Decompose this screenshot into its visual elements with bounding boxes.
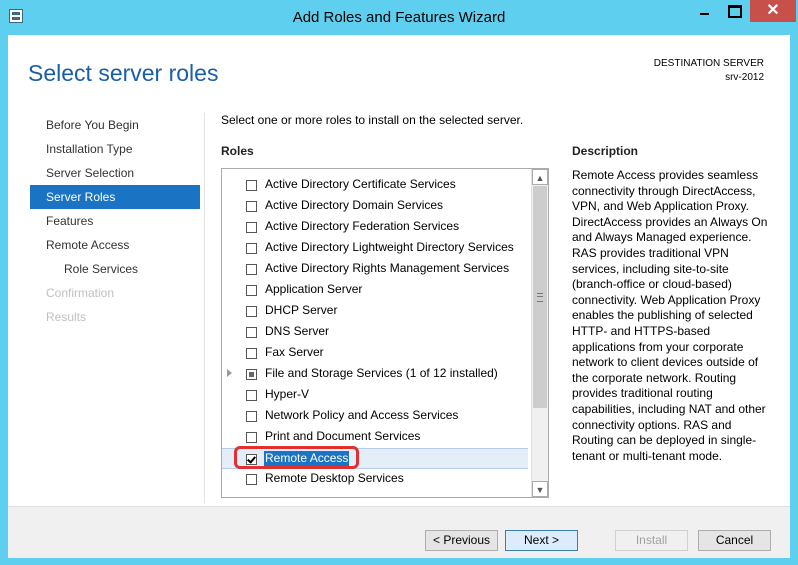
- list-item[interactable]: Active Directory Domain Services: [222, 196, 528, 217]
- roles-scrollbar[interactable]: ▲ ▼: [531, 169, 548, 497]
- expand-arrow-icon[interactable]: [227, 369, 232, 377]
- roles-heading: Roles: [221, 144, 254, 158]
- role-label: Remote Access: [264, 451, 350, 466]
- nav-item-features[interactable]: Features: [30, 209, 200, 233]
- role-label: Hyper-V: [265, 387, 310, 401]
- role-checkbox[interactable]: [246, 180, 257, 191]
- wizard-nav: Before You Begin Installation Type Serve…: [30, 113, 200, 329]
- wizard-window: Add Roles and Features Wizard ✕ Select s…: [0, 0, 798, 565]
- description-heading: Description: [572, 144, 639, 158]
- nav-item-role-services[interactable]: Role Services: [30, 257, 200, 281]
- list-item[interactable]: Network Policy and Access Services: [222, 406, 528, 427]
- grip-icon: [537, 293, 543, 302]
- minimize-button[interactable]: [691, 0, 718, 22]
- next-button[interactable]: Next >: [505, 530, 578, 551]
- wizard-content: Select server roles DESTINATION SERVER s…: [8, 35, 790, 558]
- cancel-button[interactable]: Cancel: [698, 530, 771, 551]
- role-label: Active Directory Lightweight Directory S…: [265, 240, 514, 254]
- list-item[interactable]: Hyper-V: [222, 385, 528, 406]
- nav-item-server-selection[interactable]: Server Selection: [30, 161, 200, 185]
- footer-bar: < Previous Next > Install Cancel: [8, 506, 790, 558]
- list-item[interactable]: Active Directory Lightweight Directory S…: [222, 238, 528, 259]
- list-item[interactable]: DHCP Server: [222, 301, 528, 322]
- role-label: Remote Desktop Services: [265, 471, 404, 485]
- role-label: Active Directory Certificate Services: [265, 177, 456, 191]
- role-label: DHCP Server: [265, 303, 338, 317]
- list-item-selected[interactable]: Remote Access: [222, 446, 528, 469]
- title-bar[interactable]: Add Roles and Features Wizard ✕: [0, 0, 798, 35]
- role-checkbox[interactable]: [246, 411, 257, 422]
- nav-divider: [204, 113, 205, 503]
- role-checkbox[interactable]: [246, 432, 257, 443]
- role-checkbox[interactable]: [246, 474, 257, 485]
- nav-item-remote-access[interactable]: Remote Access: [30, 233, 200, 257]
- role-checkbox[interactable]: [246, 348, 257, 359]
- list-item[interactable]: Active Directory Certificate Services: [222, 175, 528, 196]
- destination-server-name: srv-2012: [725, 72, 764, 83]
- role-checkbox[interactable]: [246, 285, 257, 296]
- list-item[interactable]: File and Storage Services (1 of 12 insta…: [222, 364, 528, 385]
- role-label: Active Directory Rights Management Servi…: [265, 261, 510, 275]
- role-checkbox[interactable]: [246, 369, 257, 380]
- destination-label: DESTINATION SERVER: [653, 58, 764, 69]
- role-label: Network Policy and Access Services: [265, 408, 459, 422]
- role-checkbox[interactable]: [246, 306, 257, 317]
- scroll-down-arrow-icon[interactable]: ▼: [532, 481, 548, 497]
- list-item[interactable]: Application Server: [222, 280, 528, 301]
- list-item[interactable]: Active Directory Federation Services: [222, 217, 528, 238]
- nav-item-installation-type[interactable]: Installation Type: [30, 137, 200, 161]
- nav-item-confirmation: Confirmation: [46, 286, 115, 300]
- role-checkbox[interactable]: [246, 454, 257, 465]
- window-title: Add Roles and Features Wizard: [292, 9, 506, 26]
- nav-item-results: Results: [46, 310, 87, 324]
- role-label: File and Storage Services (1 of 12 insta…: [265, 366, 498, 380]
- role-label: Application Server: [265, 282, 363, 296]
- nav-item-before-you-begin[interactable]: Before You Begin: [30, 113, 200, 137]
- role-checkbox[interactable]: [246, 201, 257, 212]
- role-label: Fax Server: [265, 345, 324, 359]
- list-item[interactable]: Remote Desktop Services: [222, 469, 528, 490]
- roles-list[interactable]: Active Directory Certificate Services Ac…: [221, 168, 549, 498]
- role-checkbox[interactable]: [246, 264, 257, 275]
- scrollbar-thumb[interactable]: [533, 186, 547, 408]
- close-button[interactable]: ✕: [750, 0, 796, 22]
- install-button: Install: [615, 530, 688, 551]
- role-label: Active Directory Federation Services: [265, 219, 460, 233]
- destination-server-info: DESTINATION SERVER srv-2012: [654, 57, 764, 85]
- role-label: Active Directory Domain Services: [265, 198, 444, 212]
- role-checkbox[interactable]: [246, 243, 257, 254]
- list-item[interactable]: Print and Document Services: [222, 427, 528, 448]
- scroll-up-arrow-icon[interactable]: ▲: [532, 169, 548, 185]
- previous-button[interactable]: < Previous: [425, 530, 498, 551]
- role-checkbox[interactable]: [246, 390, 257, 401]
- role-checkbox[interactable]: [246, 222, 257, 233]
- role-label: DNS Server: [265, 324, 330, 338]
- list-item[interactable]: Active Directory Rights Management Servi…: [222, 259, 528, 280]
- page-title: Select server roles: [28, 60, 219, 86]
- description-text: Remote Access provides seamless connecti…: [572, 168, 768, 463]
- instruction-text: Select one or more roles to install on t…: [221, 113, 524, 127]
- role-checkbox[interactable]: [246, 327, 257, 338]
- list-item[interactable]: DNS Server: [222, 322, 528, 343]
- maximize-button[interactable]: [720, 0, 747, 22]
- role-label: Print and Document Services: [265, 429, 421, 443]
- list-item[interactable]: Fax Server: [222, 343, 528, 364]
- nav-item-server-roles[interactable]: Server Roles: [30, 185, 200, 209]
